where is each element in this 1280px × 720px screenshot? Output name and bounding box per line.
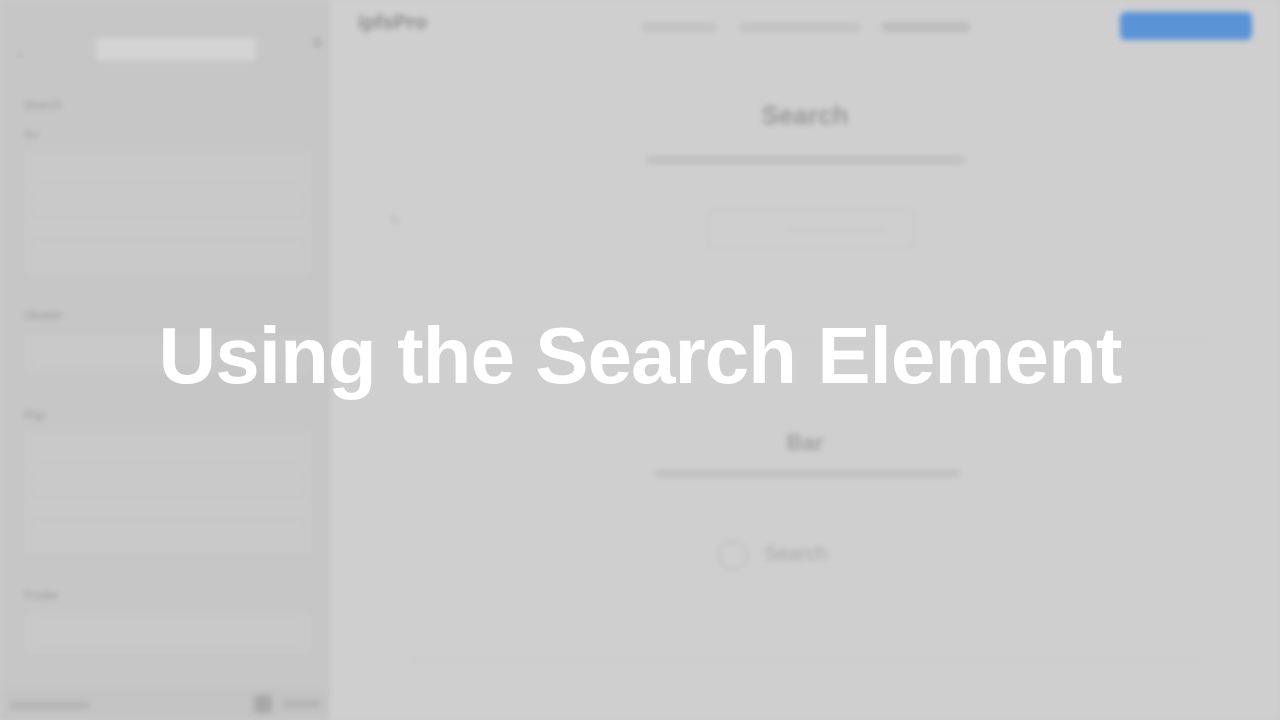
footer-link[interactable] — [10, 701, 90, 709]
sidebar-element-group — [22, 610, 314, 656]
sidebar-element-row[interactable] — [33, 469, 303, 499]
section-title: Search — [761, 100, 849, 130]
bottom-divider — [410, 660, 1200, 680]
section-description — [655, 470, 960, 477]
sidebar-element-row[interactable] — [33, 153, 303, 183]
sidebar-element-row[interactable] — [33, 189, 303, 219]
video-title: Using the Search Element — [158, 311, 1123, 400]
arrow-icon: ↖ — [390, 212, 402, 228]
sidebar-element-row[interactable] — [33, 519, 303, 549]
sidebar-section-label: Footer — [24, 588, 59, 602]
nav-link[interactable] — [740, 22, 860, 32]
sidebar-search-field[interactable] — [96, 38, 256, 60]
sidebar-element-group — [22, 148, 314, 278]
sidebar-section-label: Pop — [24, 408, 46, 422]
nav-link[interactable] — [642, 22, 716, 32]
primary-action-button[interactable] — [1120, 12, 1252, 40]
sidebar-element-group — [22, 428, 314, 556]
footer-icon[interactable] — [254, 695, 272, 713]
input-placeholder — [789, 229, 885, 231]
search-button-label: Search — [764, 543, 828, 565]
search-button[interactable]: Search — [718, 536, 848, 572]
footer-link[interactable] — [284, 699, 320, 709]
back-arrow-icon[interactable]: ← — [14, 44, 28, 60]
video-title-frame: ← ⚙ Search Bar Header Pop Footer ipfsPro… — [0, 0, 1280, 720]
sidebar-section-label: Search — [24, 98, 63, 112]
search-icon — [718, 540, 748, 570]
gear-icon[interactable]: ⚙ — [312, 36, 324, 50]
sidebar-footer — [0, 690, 330, 720]
sidebar-header: ← ⚙ — [0, 0, 330, 80]
section-description — [645, 156, 965, 164]
search-input[interactable] — [708, 210, 914, 248]
nav-link[interactable] — [882, 22, 970, 32]
sidebar-element-row[interactable] — [33, 618, 303, 648]
sidebar-element-row[interactable] — [33, 433, 303, 463]
app-logo: ipfsPro — [358, 12, 427, 34]
section-title: Bar — [786, 430, 824, 455]
sidebar-element-row[interactable] — [33, 239, 303, 269]
sidebar-subsection-label: Bar — [24, 130, 40, 141]
